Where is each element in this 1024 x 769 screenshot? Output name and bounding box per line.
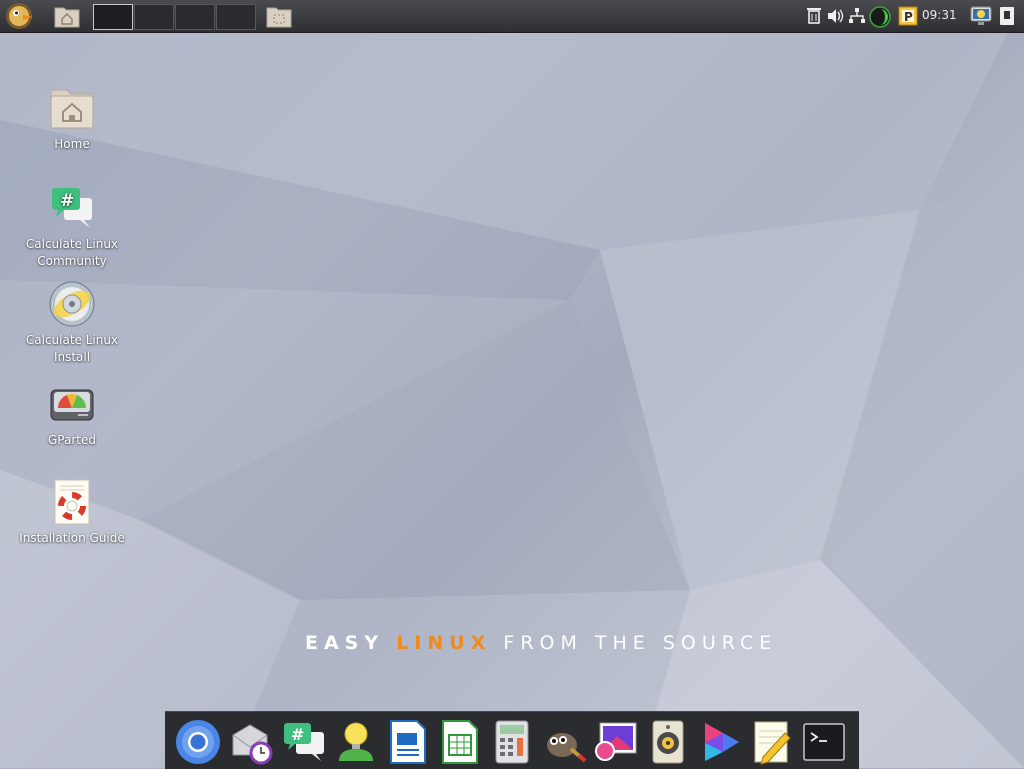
chromium-icon[interactable] (175, 719, 221, 765)
image-viewer-icon[interactable] (593, 719, 639, 765)
gparted-disk-icon (48, 380, 96, 428)
workspace-2[interactable] (134, 4, 174, 30)
desktop-icon-label: Installation Guide (19, 531, 125, 545)
desktop-icon-label: GParted (48, 433, 96, 447)
spreadsheet-icon[interactable] (437, 719, 483, 765)
lifebuoy-guide-icon (48, 478, 96, 526)
show-desktop-icon[interactable] (266, 4, 292, 28)
svg-text:#: # (291, 725, 304, 744)
home-folder-icon (48, 84, 96, 132)
workspace-1[interactable] (93, 4, 133, 30)
workspace-4[interactable] (216, 4, 256, 30)
top-panel: P 09:31 (0, 0, 1024, 33)
desktop-icon-label: Home (54, 137, 90, 151)
screenshot-icon[interactable] (970, 6, 992, 26)
svg-text:#: # (60, 191, 74, 211)
calculate-menu-icon[interactable] (3, 1, 35, 31)
desktop-icon-gparted[interactable]: GParted (12, 380, 132, 449)
slogan-word-easy: EASY (305, 632, 385, 654)
trash-icon[interactable] (806, 6, 822, 26)
svg-text:P: P (904, 10, 913, 24)
power-icon[interactable] (998, 6, 1016, 26)
install-disc-icon (48, 280, 96, 328)
desktop-icon-label: Calculate Linux Install (25, 333, 119, 364)
gimp-icon[interactable] (541, 719, 587, 765)
slogan-rest: FROM THE SOURCE (503, 632, 778, 654)
mail-clock-icon[interactable] (229, 719, 275, 765)
wallpaper-slogan: EASY LINUX FROM THE SOURCE (305, 632, 777, 654)
volume-icon[interactable] (826, 6, 844, 26)
user-idea-icon[interactable] (333, 719, 379, 765)
dock: # (165, 711, 859, 769)
home-folder-icon[interactable] (54, 4, 80, 28)
network-icon[interactable] (848, 6, 866, 26)
update-indicator-icon[interactable] (869, 6, 891, 28)
terminal-icon[interactable] (801, 719, 847, 765)
community-chat-icon[interactable]: # (281, 719, 327, 765)
text-editor-icon[interactable] (749, 719, 795, 765)
speaker-icon[interactable] (645, 719, 691, 765)
slogan-word-linux: LINUX (396, 632, 492, 654)
community-chat-icon: # (48, 184, 96, 232)
clock[interactable]: 09:31 (922, 8, 957, 22)
video-player-icon[interactable] (697, 719, 743, 765)
calculator-icon[interactable] (489, 719, 535, 765)
desktop-icon-install[interactable]: Calculate Linux Install (12, 280, 132, 366)
desktop-icon-home[interactable]: Home (12, 84, 132, 153)
desktop-icon-community[interactable]: # Calculate Linux Community (12, 184, 132, 270)
writer-icon[interactable] (385, 719, 431, 765)
desktop-icon-label: Calculate Linux Community (25, 237, 119, 268)
keyboard-layout-icon[interactable]: P (898, 6, 918, 26)
desktop-icon-guide[interactable]: Installation Guide (12, 478, 132, 547)
workspace-3[interactable] (175, 4, 215, 30)
